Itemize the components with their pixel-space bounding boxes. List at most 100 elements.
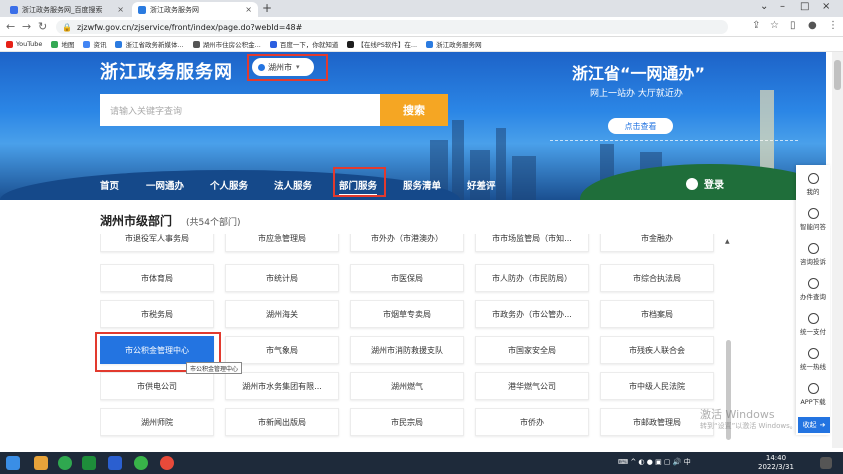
- nav-rating[interactable]: 好差评: [467, 178, 496, 192]
- bookmark-star-icon[interactable]: ☆: [770, 20, 779, 31]
- department-item[interactable]: 市新闻出版局: [225, 408, 339, 436]
- bookmark-icon: [83, 40, 91, 48]
- wechat-icon[interactable]: [134, 456, 148, 470]
- word-icon[interactable]: [108, 456, 122, 470]
- department-item[interactable]: 市供电公司: [100, 372, 214, 400]
- department-item[interactable]: 市退役军人事务局: [100, 234, 214, 252]
- notification-icon[interactable]: [820, 457, 832, 469]
- department-item[interactable]: 市档案局: [600, 300, 714, 328]
- sidebar-item-label: 统一热线: [800, 363, 826, 371]
- sidebar-item[interactable]: 统一热线: [796, 348, 830, 371]
- clock-time: 14:40: [765, 454, 787, 462]
- department-item[interactable]: 市金融办: [600, 234, 714, 252]
- department-item[interactable]: 湖州市消防救援支队: [350, 336, 464, 364]
- department-item[interactable]: 市国家安全局: [475, 336, 589, 364]
- check-button[interactable]: 点击查看: [608, 118, 673, 134]
- scroll-up-icon[interactable]: ▲: [725, 238, 730, 245]
- nav-personal[interactable]: 个人服务: [210, 178, 248, 192]
- page-scrollbar[interactable]: [832, 52, 843, 448]
- department-item[interactable]: 湖州燃气: [350, 372, 464, 400]
- sidebar-item[interactable]: 咨询投诉: [796, 243, 830, 266]
- department-item[interactable]: 市政务办（市公管办...: [475, 300, 589, 328]
- sidebar-item-label: 智能问答: [800, 223, 826, 231]
- bookmark-icon: [347, 40, 355, 48]
- sidebar-item[interactable]: 统一支付: [796, 313, 830, 336]
- department-item[interactable]: 市邮政管理局: [600, 408, 714, 436]
- search-button[interactable]: 搜索: [380, 94, 448, 126]
- bookmark-item[interactable]: 百度一下，你就知道: [269, 39, 339, 49]
- url-field[interactable]: 🔒 zjzwfw.gov.cn/zjservice/front/index/pa…: [56, 20, 728, 34]
- department-item[interactable]: 湖州海关: [225, 300, 339, 328]
- department-item[interactable]: 市人防办（市民防局）: [475, 264, 589, 292]
- my-icon: [807, 173, 819, 184]
- tab-baidu-search[interactable]: 浙江政务服务网_百度搜索 ×: [4, 2, 130, 17]
- reload-icon[interactable]: ↻: [38, 20, 47, 33]
- nav-corporate[interactable]: 法人服务: [274, 178, 312, 192]
- close-icon[interactable]: ×: [117, 5, 124, 14]
- search-input[interactable]: 请输入关键字查询: [100, 94, 380, 126]
- bookmark-item[interactable]: 浙江政务服务网: [426, 39, 482, 49]
- start-icon[interactable]: [6, 456, 20, 470]
- new-tab-button[interactable]: +: [262, 1, 272, 15]
- department-item[interactable]: 港华燃气公司: [475, 372, 589, 400]
- bookmark-label: 湖州市住房公积金...: [202, 41, 261, 49]
- department-item[interactable]: 市中级人民法院: [600, 372, 714, 400]
- login-label: 登录: [704, 180, 724, 191]
- department-item[interactable]: 市综合执法局: [600, 264, 714, 292]
- ime-indicator[interactable]: 中: [684, 458, 691, 466]
- bookmark-item[interactable]: 【在线PS软件】在...: [347, 39, 417, 49]
- bookmark-item[interactable]: YouTube: [6, 40, 42, 48]
- department-item[interactable]: 市民宗局: [350, 408, 464, 436]
- sidebar-item[interactable]: 办件查询: [796, 278, 830, 301]
- bookmark-item[interactable]: 资讯: [83, 39, 106, 49]
- department-item[interactable]: 市体育局: [100, 264, 214, 292]
- department-item[interactable]: 湖州市水务集团有限...: [225, 372, 339, 400]
- maximize-icon[interactable]: □: [800, 1, 809, 12]
- department-item[interactable]: 市气象局: [225, 336, 339, 364]
- department-item[interactable]: 市统计局: [225, 264, 339, 292]
- sidebar-item[interactable]: 我的: [796, 173, 830, 196]
- chrome-icon[interactable]: [160, 456, 174, 470]
- clock[interactable]: 14:40 2022/3/31: [758, 454, 794, 472]
- department-item[interactable]: 市侨办: [475, 408, 589, 436]
- app-icon[interactable]: [58, 456, 72, 470]
- tab-zjzwfw[interactable]: 浙江政务服务网 ×: [132, 2, 258, 17]
- department-item[interactable]: 市烟草专卖局: [350, 300, 464, 328]
- collapse-button[interactable]: 收起 ➔: [798, 417, 830, 433]
- department-item[interactable]: 市残疾人联合会: [600, 336, 714, 364]
- sidebar-item[interactable]: APP下载: [796, 383, 830, 406]
- complaint-icon: [807, 243, 819, 254]
- share-icon[interactable]: ⇪: [752, 20, 760, 31]
- bookmark-icon: [426, 40, 434, 48]
- bookmark-item[interactable]: 浙江省政务新媒体...: [115, 39, 184, 49]
- system-tray[interactable]: ⌨ ^ ◐ ● ▣ ▢ 🔊 中: [618, 457, 691, 467]
- file-explorer-icon[interactable]: [34, 456, 48, 470]
- department-item[interactable]: 湖州师院: [100, 408, 214, 436]
- page-scroll-thumb[interactable]: [834, 60, 841, 90]
- department-item[interactable]: 市外办（市港澳办）: [350, 234, 464, 252]
- department-item[interactable]: 市医保局: [350, 264, 464, 292]
- sidebar-item-label: 我的: [806, 188, 820, 196]
- bookmark-item[interactable]: 湖州市住房公积金...: [192, 39, 261, 49]
- bookmark-item[interactable]: 地图: [51, 39, 74, 49]
- department-item[interactable]: 市税务局: [100, 300, 214, 328]
- address-bar-row: ← → ↻ 🔒 zjzwfw.gov.cn/zjservice/front/in…: [0, 17, 843, 37]
- bookmark-label: 百度一下，你就知道: [279, 41, 339, 49]
- nav-one-stop[interactable]: 一网通办: [146, 178, 184, 192]
- sidebar-item[interactable]: 智能问答: [796, 208, 830, 231]
- department-item[interactable]: 市应急管理局: [225, 234, 339, 252]
- department-item[interactable]: 市市场监管局（市知...: [475, 234, 589, 252]
- tab-search-icon[interactable]: ⌄: [760, 1, 768, 12]
- back-icon[interactable]: ←: [6, 20, 15, 33]
- sidebar-icon[interactable]: ▯: [790, 20, 796, 31]
- minimize-icon[interactable]: –: [780, 1, 785, 12]
- spreadsheet-icon[interactable]: [82, 456, 96, 470]
- close-window-icon[interactable]: ×: [822, 1, 830, 12]
- menu-icon[interactable]: ⋮: [828, 20, 838, 31]
- nav-service-list[interactable]: 服务清单: [403, 178, 441, 192]
- profile-icon[interactable]: ●: [808, 20, 817, 31]
- forward-icon[interactable]: →: [22, 20, 31, 33]
- login-button[interactable]: 登录: [686, 176, 724, 191]
- nav-home[interactable]: 首页: [100, 178, 119, 192]
- close-icon[interactable]: ×: [245, 5, 252, 14]
